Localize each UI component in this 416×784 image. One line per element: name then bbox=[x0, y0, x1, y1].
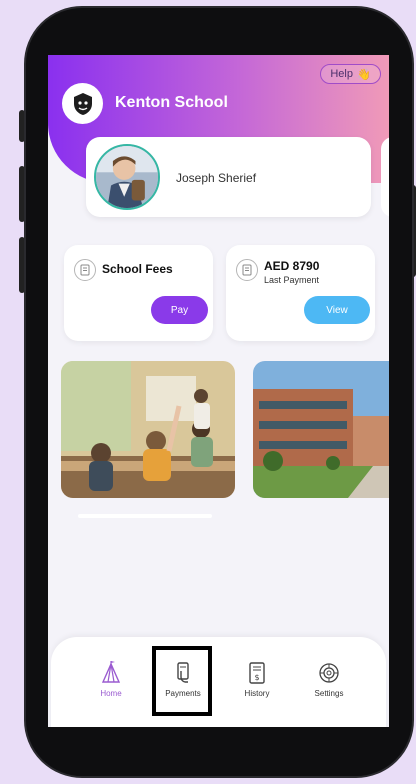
help-label: Help bbox=[330, 68, 353, 80]
school-logo bbox=[62, 83, 103, 124]
bottom-navigation: Home Payments $ History Settings bbox=[51, 637, 386, 727]
svg-text:$: $ bbox=[254, 673, 259, 682]
school-fees-card: School Fees Pay bbox=[64, 245, 213, 341]
last-payment-label: Last Payment bbox=[264, 275, 320, 285]
school-building-photo[interactable] bbox=[253, 361, 389, 498]
classroom-photo[interactable] bbox=[61, 361, 235, 498]
last-payment-card: AED 8790 Last Payment View bbox=[226, 245, 375, 341]
student-avatar bbox=[94, 144, 160, 210]
nav-home[interactable]: Home bbox=[81, 661, 141, 698]
document-icon bbox=[74, 259, 96, 281]
last-payment-amount: AED 8790 bbox=[264, 259, 320, 273]
student-card[interactable]: Joseph Sherief bbox=[86, 137, 371, 217]
receipt-icon bbox=[236, 259, 258, 281]
crest-icon bbox=[73, 92, 92, 115]
tent-icon bbox=[101, 661, 121, 683]
school-fees-title: School Fees bbox=[102, 262, 173, 276]
pay-button[interactable]: Pay bbox=[151, 296, 208, 324]
next-student-card[interactable] bbox=[381, 137, 389, 217]
nav-history[interactable]: $ History bbox=[227, 661, 287, 698]
carousel-indicator bbox=[78, 514, 212, 518]
app-screen: Kenton School Help 👋 Joseph Sherief Scho… bbox=[48, 55, 389, 727]
nav-settings-label: Settings bbox=[314, 689, 344, 698]
school-name: Kenton School bbox=[115, 94, 228, 111]
wave-icon: 👋 bbox=[356, 68, 371, 81]
nav-home-label: Home bbox=[100, 689, 122, 698]
nav-history-label: History bbox=[244, 689, 270, 698]
highlight-box bbox=[152, 646, 212, 716]
gear-icon bbox=[319, 663, 339, 683]
nav-settings[interactable]: Settings bbox=[299, 661, 359, 698]
view-button[interactable]: View bbox=[304, 296, 370, 324]
receipt-icon: $ bbox=[249, 662, 265, 684]
student-name: Joseph Sherief bbox=[176, 171, 257, 185]
help-button[interactable]: Help 👋 bbox=[320, 64, 381, 84]
